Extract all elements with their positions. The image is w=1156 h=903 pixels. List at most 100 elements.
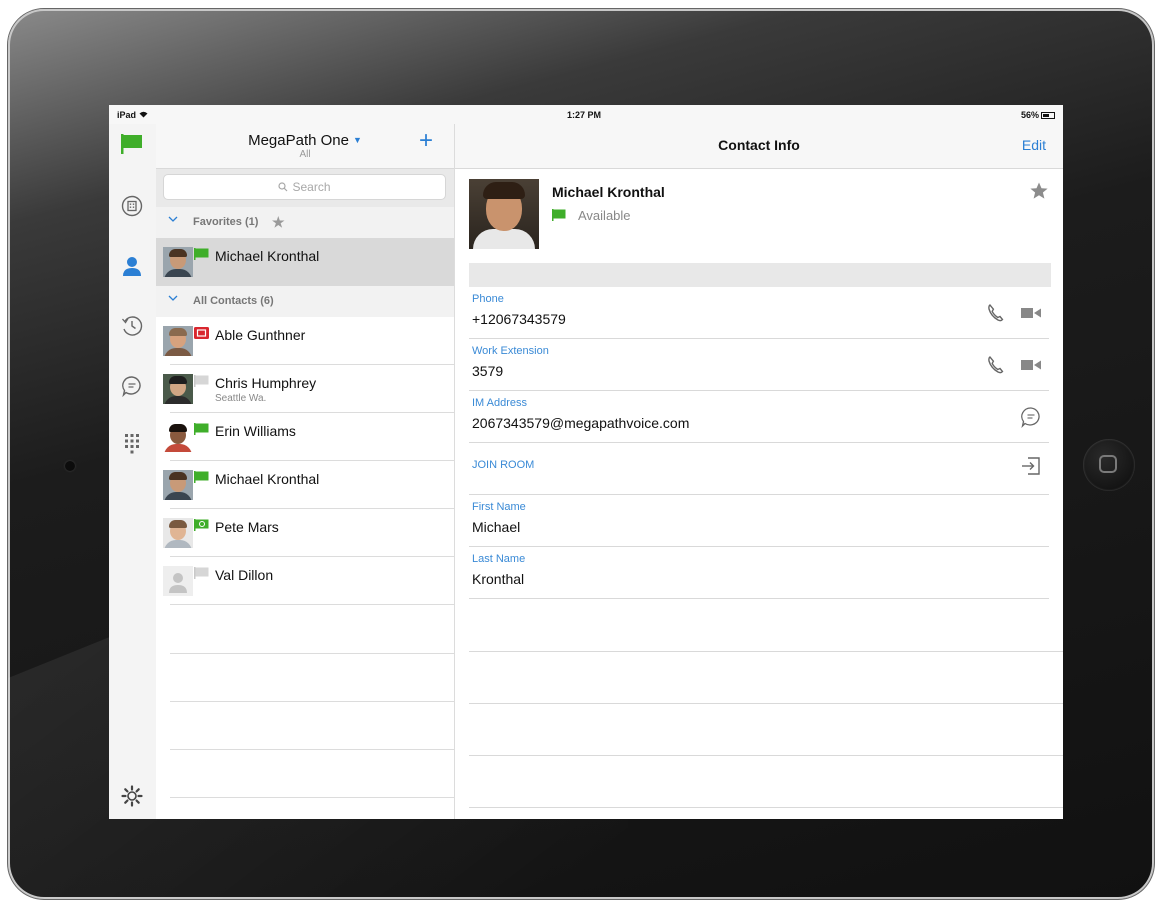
home-button-icon [1099,455,1117,473]
im-address-field: IM Address 2067343579@megapathvoice.com [469,391,1049,443]
list-divider [170,797,454,798]
avatar [163,374,193,404]
presence-flag-icon [194,423,209,435]
all-contacts-label: All Contacts (6) [193,295,274,307]
offline-flag-icon [194,567,209,579]
presence-status: Available [578,208,631,223]
list-divider [170,701,454,702]
add-contact-button[interactable]: + [414,129,438,153]
field-label: Work Extension [472,345,549,357]
app-screen: iPad 1:27 PM 56% MegaPath One ▼ All + Se… [109,105,1063,819]
contact-row[interactable]: Able Gunthner [156,317,454,365]
avatar [163,326,193,356]
phone-field: Phone +12067343579 [469,287,1049,339]
chat-bubble-icon[interactable] [120,374,144,398]
device-label: iPad [117,110,137,120]
page-title: Contact Info [718,137,800,153]
field-value: +12067343579 [472,311,566,327]
field-label: IM Address [472,397,528,409]
available-chat-icon [194,519,209,531]
presence-flag-icon [194,248,209,260]
contact-row[interactable]: Erin Williams [156,413,454,461]
video-camera-icon[interactable] [1020,302,1042,324]
contact-photo [469,179,539,249]
work-extension-field: Work Extension 3579 [469,339,1049,391]
list-divider [170,749,454,750]
account-name: MegaPath One [248,132,349,149]
favorites-section-header[interactable]: Favorites (1) ★ [156,207,454,238]
list-divider [469,807,1063,808]
contact-name: Michael Kronthal [215,471,320,487]
avatar [163,247,193,277]
contact-detail-pane: Contact Info Edit Michael Kronthal Avail… [455,124,1063,819]
chevron-down-icon [168,216,178,222]
account-selector[interactable]: MegaPath One ▼ [156,132,454,149]
section-separator [469,263,1051,287]
first-name-field: First Name Michael [469,495,1049,547]
video-camera-icon[interactable] [1020,354,1042,376]
dialpad-icon[interactable] [120,431,144,455]
edit-button[interactable]: Edit [1022,137,1046,153]
gear-icon[interactable] [120,784,144,808]
contact-name: Val Dillon [215,567,274,583]
busy-status-icon [194,327,209,339]
contact-name: Michael Kronthal [215,248,320,264]
chat-bubble-icon[interactable] [1020,406,1042,428]
contact-row[interactable]: Chris Humphrey Seattle Wa. [156,365,454,413]
contact-row[interactable]: Pete Mars [156,509,454,557]
contacts-header: MegaPath One ▼ All + [156,124,454,169]
contact-name: Erin Williams [215,423,296,439]
field-value: Kronthal [472,571,525,587]
contact-name: Able Gunthner [215,327,306,343]
wifi-icon [139,111,148,118]
detail-header: Contact Info Edit [455,124,1063,169]
contact-name: Chris Humphrey [215,375,317,391]
join-room-row[interactable]: JOIN ROOM [469,443,1049,495]
join-room-label: JOIN ROOM [472,459,535,471]
field-value: Michael [472,519,521,535]
status-time: 1:27 PM [567,110,602,120]
battery-icon [1041,112,1055,119]
battery-percent: 56% [1020,110,1039,120]
field-label: Last Name [472,553,526,565]
offline-flag-icon [194,375,209,387]
field-label: Phone [472,293,504,305]
contact-row[interactable]: Val Dillon [156,557,454,605]
sidebar [109,124,157,819]
field-value: 2067343579@megapathvoice.com [472,415,690,431]
star-icon: ★ [272,214,285,230]
avatar [163,470,193,500]
last-name-field: Last Name Kronthal [469,547,1049,599]
contact-name-heading: Michael Kronthal [552,184,665,200]
home-button[interactable] [1083,439,1135,491]
list-divider [170,653,454,654]
account-filter: All [299,149,311,160]
presence-flag-icon [194,471,209,483]
search-placeholder: Search [292,180,331,194]
caret-down-icon: ▼ [352,135,362,145]
all-contacts-section-header[interactable]: All Contacts (6) [156,286,454,317]
presence-flag-icon [552,209,566,221]
field-label: First Name [472,501,526,513]
favorite-star-icon[interactable] [1029,181,1049,201]
contact-name: Pete Mars [215,519,279,535]
favorites-label: Favorites (1) [193,216,259,228]
contact-subtitle: Seattle Wa. [215,393,267,404]
search-input[interactable]: Search [163,174,446,200]
phone-icon[interactable] [985,302,1007,324]
field-value: 3579 [472,363,504,379]
search-bar: Search [156,169,454,207]
clock-icon[interactable] [120,314,144,338]
join-room-icon[interactable] [1020,455,1042,477]
avatar [163,422,193,452]
phone-icon[interactable] [985,354,1007,376]
contact-row[interactable]: Michael Kronthal [156,461,454,509]
default-avatar-icon [163,566,193,596]
contact-row[interactable]: Michael Kronthal [156,238,454,286]
chevron-down-icon [168,295,178,301]
status-battery: 56% [1021,110,1055,120]
building-icon[interactable] [120,194,144,218]
person-icon[interactable] [120,254,144,278]
presence-flag-icon[interactable] [120,132,144,156]
search-icon [278,182,288,192]
